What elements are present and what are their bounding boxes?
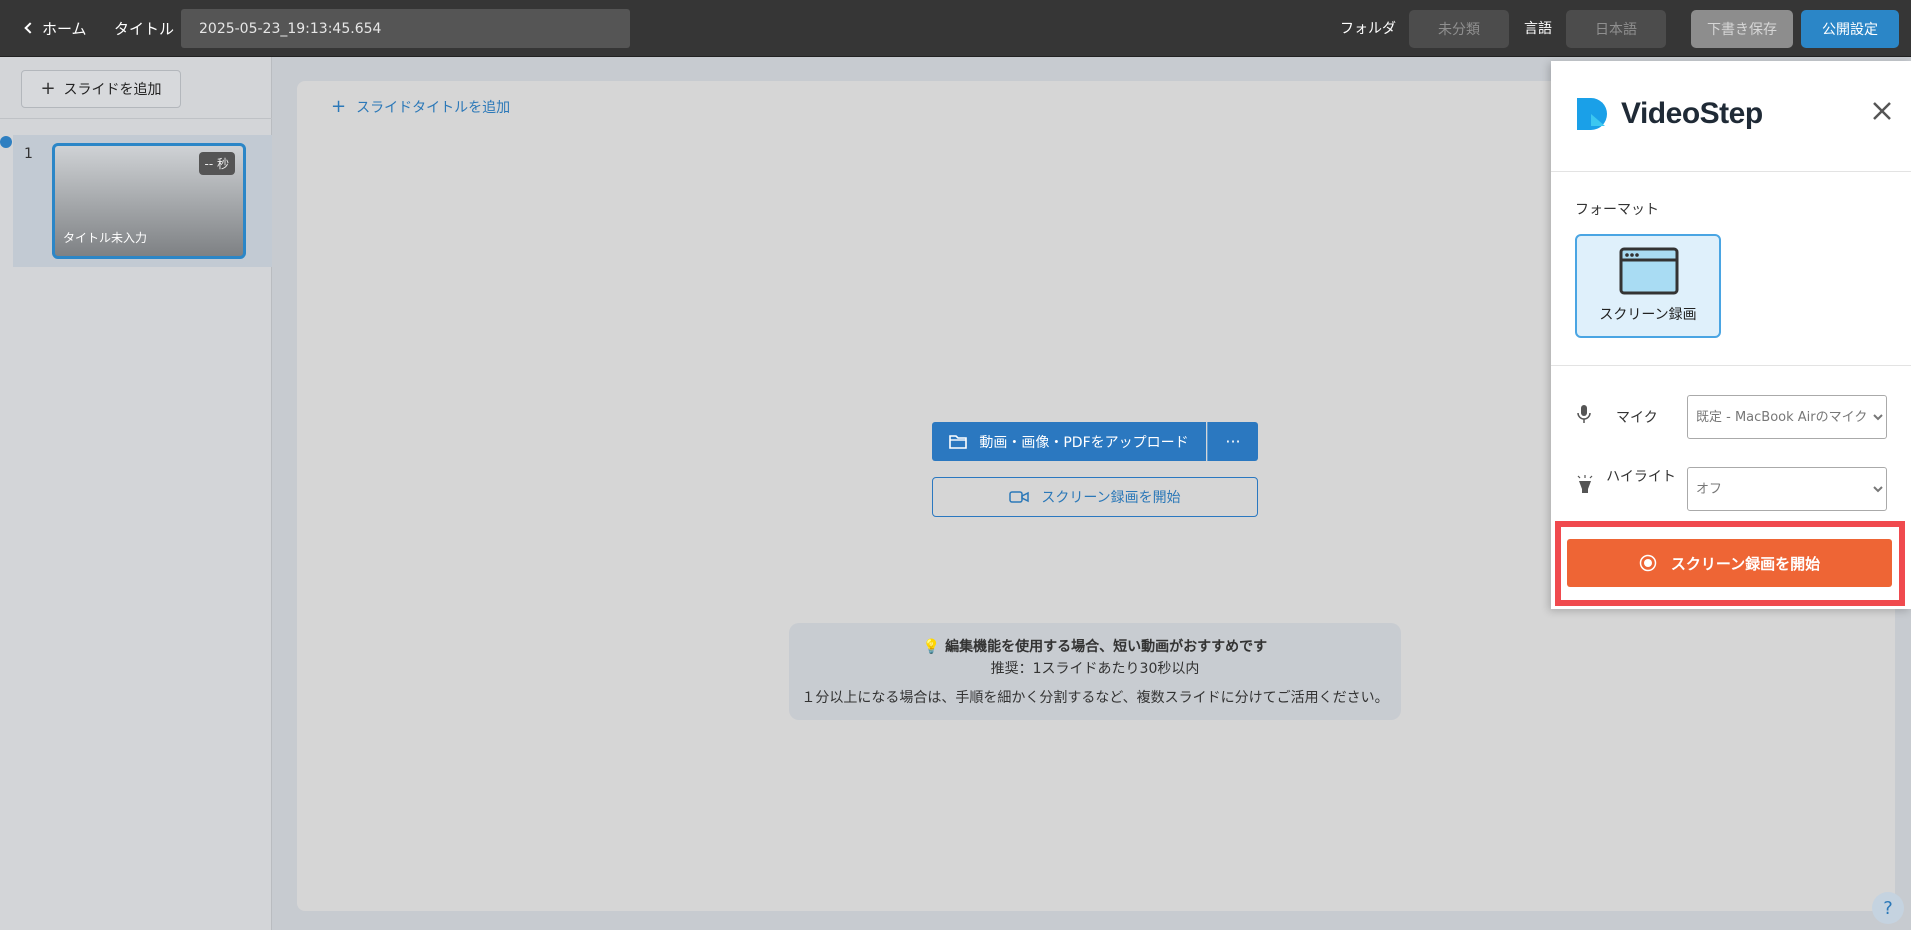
plus-icon: + — [331, 96, 347, 117]
chevron-left-icon — [24, 22, 36, 34]
upload-label: 動画・画像・PDFをアップロード — [979, 434, 1189, 451]
plus-icon: + — [40, 78, 56, 99]
add-slide-button[interactable]: + スライドを追加 — [21, 70, 181, 108]
folder-select-button[interactable]: 未分類 — [1409, 10, 1509, 48]
close-icon[interactable] — [1868, 97, 1896, 125]
title-label: タイトル — [114, 20, 175, 38]
active-slide-indicator — [0, 136, 12, 148]
slide-number: 1 — [24, 146, 33, 162]
slide-thumbnail[interactable]: -- 秒 タイトル未入力 — [52, 143, 246, 259]
start-screen-recording-button[interactable]: スクリーン録画を開始 — [932, 477, 1258, 517]
tip-detail: １分以上になる場合は、手順を細かく分割するなど、複数スライドに分けてご活用くださ… — [801, 690, 1389, 706]
help-button[interactable]: ? — [1872, 892, 1904, 924]
back-label: ホーム — [42, 19, 87, 38]
language-select-button[interactable]: 日本語 — [1566, 10, 1666, 48]
panel-divider — [1551, 171, 1911, 172]
slide-sidebar: + スライドを追加 1 -- 秒 タイトル未入力 — [0, 57, 272, 930]
add-slide-title-label: スライドタイトルを追加 — [356, 100, 511, 116]
format-label: フォーマット — [1575, 202, 1659, 218]
start-button-label: スクリーン録画を開始 — [1670, 554, 1821, 573]
microphone-icon — [1577, 405, 1591, 423]
publish-settings-button[interactable]: 公開設定 — [1801, 10, 1899, 48]
highlight-label: ハイライト — [1606, 469, 1676, 485]
back-to-home-button[interactable]: ホーム — [22, 17, 87, 39]
upload-media-button[interactable]: 動画・画像・PDFをアップロード — [932, 422, 1206, 461]
record-icon — [1639, 554, 1657, 572]
start-recording-label: スクリーン録画を開始 — [1041, 490, 1181, 506]
format-option-label: スクリーン録画 — [1599, 307, 1697, 323]
highlight-bulb-icon — [1577, 475, 1593, 493]
brand-name: VideoStep — [1621, 97, 1763, 130]
format-option-screen-recording[interactable]: スクリーン録画 — [1575, 234, 1721, 338]
microphone-select[interactable]: 既定 - MacBook Airのマイク — [1687, 395, 1887, 439]
add-slide-title-button[interactable]: + スライドタイトルを追加 — [331, 97, 510, 117]
tip-heading-text: 編集機能を使用する場合、短い動画がおすすめです — [945, 639, 1268, 655]
tip-recommendation: 推奨：1スライドあたり30秒以内 — [990, 661, 1200, 677]
video-camera-icon — [1009, 491, 1030, 503]
add-slide-label: スライドを追加 — [63, 82, 162, 98]
more-options-button[interactable]: ··· — [1207, 422, 1258, 461]
highlight-select[interactable]: オフ — [1687, 467, 1887, 511]
save-draft-button[interactable]: 下書き保存 — [1691, 10, 1793, 48]
top-bar: ホーム タイトル フォルダ 未分類 言語 日本語 下書き保存 公開設定 — [0, 0, 1911, 57]
title-input[interactable] — [181, 9, 630, 48]
tip-box: 💡 編集機能を使用する場合、短い動画がおすすめです 推奨：1スライドあたり30秒… — [789, 623, 1401, 720]
sidebar-divider — [0, 118, 272, 119]
lightbulb-icon: 💡 — [922, 639, 941, 655]
browser-window-icon — [1619, 247, 1679, 295]
start-screen-recording-primary-button[interactable]: スクリーン録画を開始 — [1567, 539, 1892, 587]
slide-thumbnail-title: タイトル未入力 — [63, 231, 148, 245]
slide-duration-badge: -- 秒 — [198, 152, 235, 175]
videostep-logo-icon — [1577, 98, 1607, 130]
language-label: 言語 — [1524, 21, 1552, 37]
microphone-label: マイク — [1616, 410, 1658, 426]
folder-icon — [949, 435, 968, 449]
videostep-logo: VideoStep — [1573, 94, 1763, 134]
tip-heading: 💡 編集機能を使用する場合、短い動画がおすすめです — [789, 636, 1401, 656]
panel-divider — [1551, 365, 1911, 366]
folder-label: フォルダ — [1340, 21, 1396, 37]
